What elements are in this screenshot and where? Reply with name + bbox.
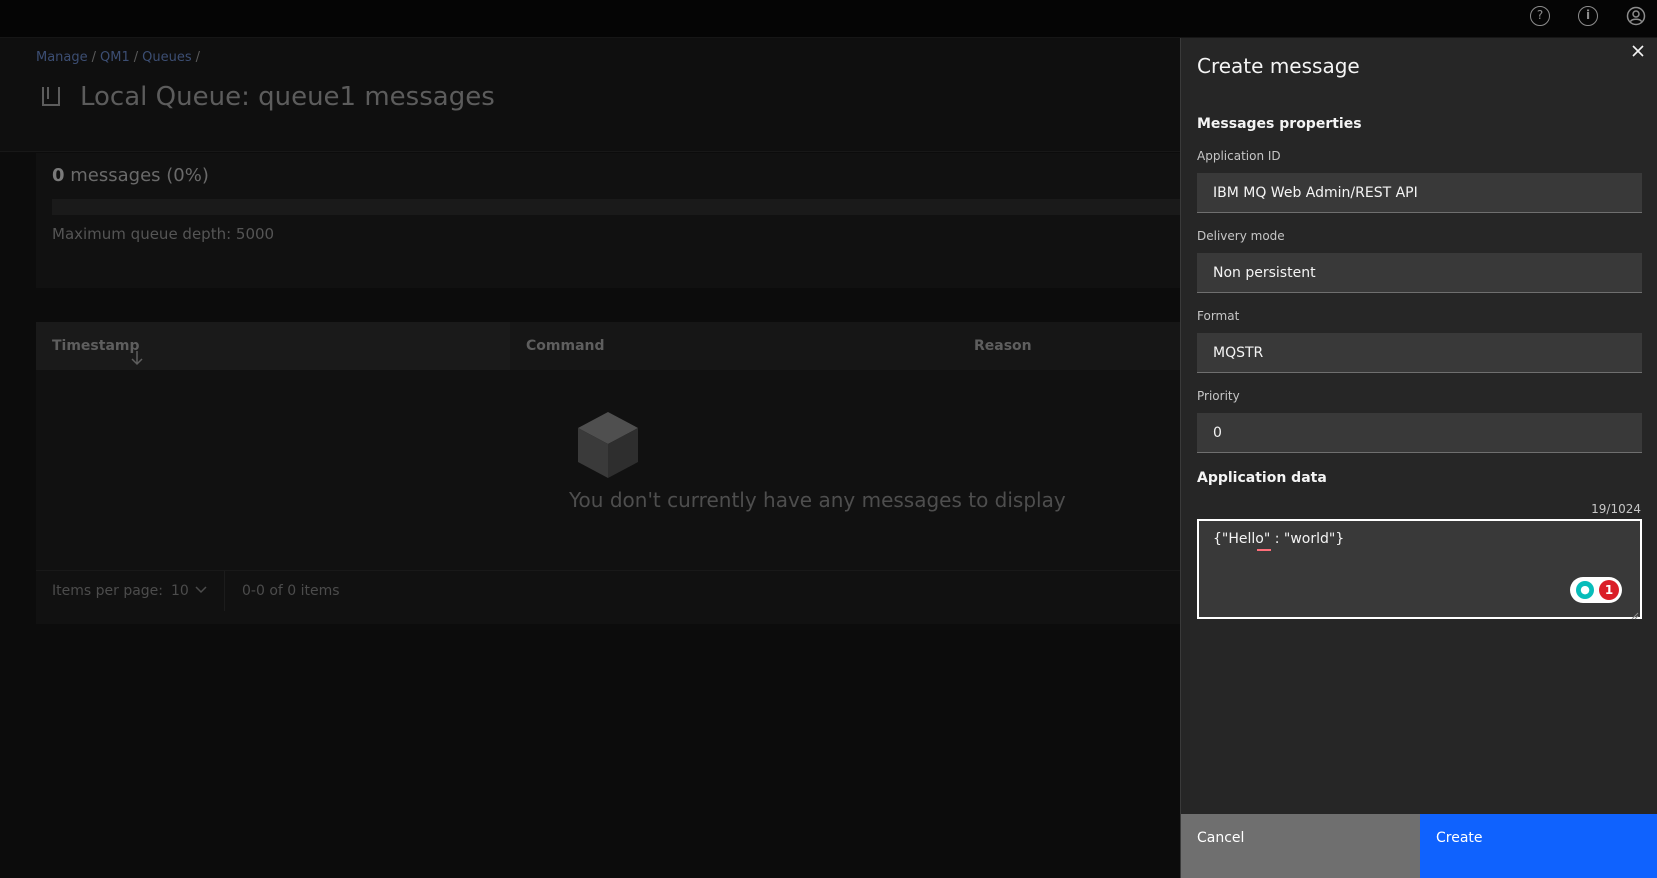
items-per-page-label: Items per page: [52,583,164,599]
help-icon[interactable]: ? [1530,6,1550,26]
application-data-text: {"Hello" : "world"} [1213,531,1345,547]
panel-title: Create message [1197,54,1360,78]
create-button[interactable]: Create [1420,814,1657,878]
pagination-range: 0-0 of 0 items [242,583,340,599]
application-id-field[interactable]: IBM MQ Web Admin/REST API [1197,173,1642,213]
character-counter: 19/1024 [1591,502,1641,516]
delivery-mode-label: Delivery mode [1197,229,1285,243]
breadcrumb-qm1[interactable]: QM1 [100,50,130,65]
column-command[interactable]: Command [510,322,958,370]
pagination: Items per page: 10 0-0 of 0 items [36,570,1180,611]
user-avatar-icon[interactable] [1626,6,1646,26]
sort-arrow-down-icon [130,338,144,386]
empty-state-text: You don't currently have any messages to… [569,488,1066,512]
priority-label: Priority [1197,389,1240,403]
table-header: Timestamp Command Reason [36,322,1180,370]
message-count: 0 messages (0%) [52,165,209,186]
application-id-label: Application ID [1197,149,1281,163]
queue-depth-bar [52,199,1180,215]
close-icon[interactable] [1629,42,1647,60]
grammar-assistant-badge[interactable]: ● 1 [1570,577,1622,603]
max-queue-depth: Maximum queue depth: 5000 [52,225,275,243]
format-label: Format [1197,309,1240,323]
chevron-down-icon[interactable] [195,581,207,601]
section-messages-properties: Messages properties [1197,116,1362,132]
top-bar: ? i [0,0,1657,38]
info-icon[interactable]: i [1578,6,1598,26]
resize-handle-icon[interactable] [1631,608,1639,620]
create-message-panel: Create message Messages properties Appli… [1180,38,1657,878]
messages-table: Timestamp Command Reason You don't curre… [36,322,1180,624]
page-header: Manage / QM1/Queues / Local Queue: queue1 m… [0,38,1180,152]
empty-state-cube-icon [576,410,640,480]
breadcrumb-manage[interactable]: Manage [36,50,88,65]
main-content: Manage / QM1/Queues / Local Queue: queue1 m… [0,38,1180,878]
queue-stats: 0 messages (0%) Maximum queue depth: 500… [36,153,1180,288]
format-field[interactable]: MQSTR [1197,333,1642,373]
breadcrumb: Manage / QM1/Queues / [36,50,201,65]
queue-icon [40,85,62,107]
application-data-textarea[interactable]: {"Hello" : "world"} ● 1 [1197,519,1642,620]
column-reason[interactable]: Reason [958,322,1180,370]
issue-count-badge: 1 [1599,580,1619,600]
lightbulb-icon: ● [1576,581,1594,599]
items-per-page-select[interactable]: 10 [171,583,189,599]
cancel-button[interactable]: Cancel [1181,814,1420,878]
page-title: Local Queue: queue1 messages [80,82,495,112]
delivery-mode-field[interactable]: Non persistent [1197,253,1642,293]
priority-field[interactable]: 0 [1197,413,1642,453]
spellcheck-underline [1257,549,1271,551]
breadcrumb-queues[interactable]: Queues [142,50,191,65]
column-timestamp[interactable]: Timestamp [36,322,510,370]
pager-divider [224,571,225,611]
section-application-data: Application data [1197,470,1327,486]
